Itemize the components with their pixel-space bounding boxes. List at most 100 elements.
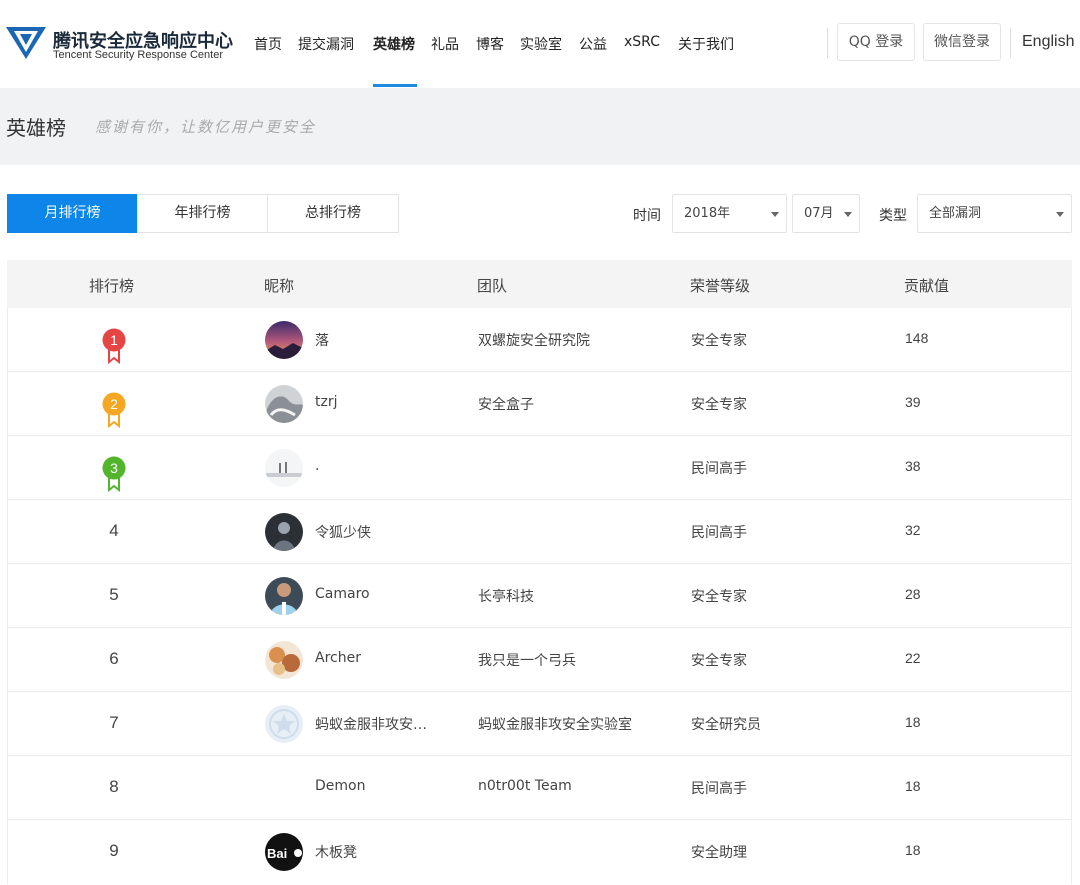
year-select-value: 2018年	[684, 206, 731, 221]
language-switch[interactable]: English	[1022, 33, 1074, 51]
table-row: 2 tzrj 安全盒子 安全专家 39	[7, 372, 1072, 436]
nav-item-charity[interactable]: 公益	[579, 34, 607, 54]
honor-level: 安全专家	[691, 589, 747, 605]
column-header-nickname: 昵称	[264, 277, 295, 295]
column-header-team: 团队	[477, 277, 508, 295]
third-place-medal-icon: 3	[102, 456, 126, 492]
page-banner: 英雄榜 感谢有你，让数亿用户更安全	[0, 88, 1080, 165]
honor-level: 安全专家	[691, 333, 747, 349]
contribution-score: 28	[905, 586, 921, 602]
honor-level: 安全专家	[691, 653, 747, 669]
active-nav-indicator	[373, 84, 417, 87]
table-row: 8 Demon n0tr00t Team 民间高手 18	[7, 756, 1072, 820]
team-name: 双螺旋安全研究院	[478, 333, 590, 349]
honor-level: 民间高手	[691, 781, 747, 797]
tab-total-ranking[interactable]: 总排行榜	[267, 194, 399, 233]
page-title: 英雄榜	[6, 116, 66, 140]
page-slogan: 感谢有你，让数亿用户更安全	[95, 118, 317, 136]
table-header: 排行榜 昵称 团队 荣誉等级 贡献值	[7, 260, 1072, 308]
nav-item-lab[interactable]: 实验室	[520, 34, 562, 54]
nav-item-gifts[interactable]: 礼品	[431, 34, 459, 54]
rank-number: 6	[109, 649, 119, 668]
user-avatar[interactable]	[265, 449, 303, 487]
column-header-level: 荣誉等级	[690, 277, 751, 295]
team-name: 安全盒子	[478, 397, 534, 413]
table-row: 1 落 双螺旋安全研究院 安全专家 148	[7, 308, 1072, 372]
contribution-score: 38	[905, 458, 921, 474]
type-filter-label: 类型	[879, 208, 907, 224]
tab-yearly-ranking[interactable]: 年排行榜	[137, 194, 268, 233]
second-place-medal-icon: 2	[102, 392, 126, 428]
rank-number: 8	[109, 777, 119, 796]
month-select[interactable]: 07月	[792, 194, 860, 233]
rank-number: 9	[109, 841, 119, 860]
table-row: 7 蚂蚁金服非攻安… 蚂蚁金服非攻安全实验室 安全研究员 18	[7, 692, 1072, 756]
tencent-logo-icon[interactable]	[6, 26, 46, 60]
honor-level: 安全专家	[691, 397, 747, 413]
medal-rank-number: 3	[110, 460, 118, 476]
nickname[interactable]: 蚂蚁金服非攻安…	[315, 714, 427, 734]
team-name: n0tr00t Team	[478, 778, 572, 794]
table-row: 9 Bai 木板凳 安全助理 18	[7, 820, 1072, 884]
nav-item-xsrc[interactable]: xSRC	[624, 34, 660, 50]
nickname[interactable]: 木板凳	[315, 842, 357, 862]
first-place-medal-icon: 1	[102, 328, 126, 364]
contribution-score: 39	[905, 394, 921, 410]
time-filter-label: 时间	[633, 208, 661, 224]
team-name: 我只是一个弓兵	[478, 653, 576, 669]
default-avatar-icon[interactable]	[265, 705, 303, 743]
medal-rank-number: 2	[110, 396, 118, 412]
contribution-score: 32	[905, 522, 921, 538]
brand-name-en[interactable]: Tencent Security Response Center	[53, 49, 223, 61]
tab-monthly-ranking[interactable]: 月排行榜	[7, 194, 138, 233]
nickname[interactable]: 令狐少侠	[315, 522, 371, 542]
table-row: 4 令狐少侠 民间高手 32	[7, 500, 1072, 564]
vuln-type-select-value: 全部漏洞	[929, 206, 982, 221]
contribution-score: 18	[905, 714, 921, 730]
header-divider	[827, 28, 828, 58]
nav-item-home[interactable]: 首页	[254, 34, 282, 54]
chevron-down-icon	[1056, 212, 1064, 217]
contribution-score: 148	[905, 330, 929, 346]
user-avatar[interactable]	[265, 385, 303, 423]
nav-item-about[interactable]: 关于我们	[678, 34, 734, 54]
honor-level: 安全研究员	[691, 717, 761, 733]
baidu-logo-avatar-icon[interactable]: Bai	[265, 833, 303, 871]
column-header-rank: 排行榜	[89, 277, 135, 295]
nickname[interactable]: Archer	[315, 650, 361, 666]
contribution-score: 18	[905, 842, 921, 858]
user-avatar[interactable]	[265, 513, 303, 551]
qq-login-button[interactable]: QQ 登录	[837, 23, 915, 61]
nickname[interactable]: 落	[315, 330, 329, 350]
rank-number: 5	[109, 585, 119, 604]
nav-item-hall-of-fame[interactable]: 英雄榜	[373, 34, 415, 54]
nav-item-blog[interactable]: 博客	[476, 34, 504, 54]
honor-level: 安全助理	[691, 845, 747, 861]
table-row: 5 Camaro 长亭科技 安全专家 28	[7, 564, 1072, 628]
contribution-score: 22	[905, 650, 921, 666]
nav-item-submit-vuln[interactable]: 提交漏洞	[298, 34, 354, 54]
table-row: 6 Archer 我只是一个弓兵 安全专家 22	[7, 628, 1072, 692]
user-avatar[interactable]	[265, 321, 303, 359]
ranking-table: 排行榜 昵称 团队 荣誉等级 贡献值 1 落 双螺旋安全研究院 安全专家 148…	[7, 260, 1072, 884]
chevron-down-icon	[844, 212, 852, 217]
month-select-value: 07月	[804, 206, 834, 221]
svg-text:Bai: Bai	[267, 846, 287, 861]
wechat-login-button[interactable]: 微信登录	[923, 23, 1001, 61]
chevron-down-icon	[771, 212, 779, 217]
user-avatar[interactable]	[265, 577, 303, 615]
nickname[interactable]: tzrj	[315, 394, 337, 410]
vuln-type-select[interactable]: 全部漏洞	[917, 194, 1072, 233]
nickname[interactable]: Camaro	[315, 586, 370, 602]
nickname[interactable]: .	[315, 458, 319, 474]
column-header-score: 贡献值	[904, 277, 950, 295]
year-select[interactable]: 2018年	[672, 194, 787, 233]
honor-level: 民间高手	[691, 461, 747, 477]
contribution-score: 18	[905, 778, 921, 794]
team-name: 长亭科技	[478, 589, 534, 605]
honor-level: 民间高手	[691, 525, 747, 541]
user-avatar[interactable]	[265, 641, 303, 679]
nickname[interactable]: Demon	[315, 778, 365, 794]
table-row: 3 . 民间高手 38	[7, 436, 1072, 500]
medal-rank-number: 1	[110, 332, 118, 348]
